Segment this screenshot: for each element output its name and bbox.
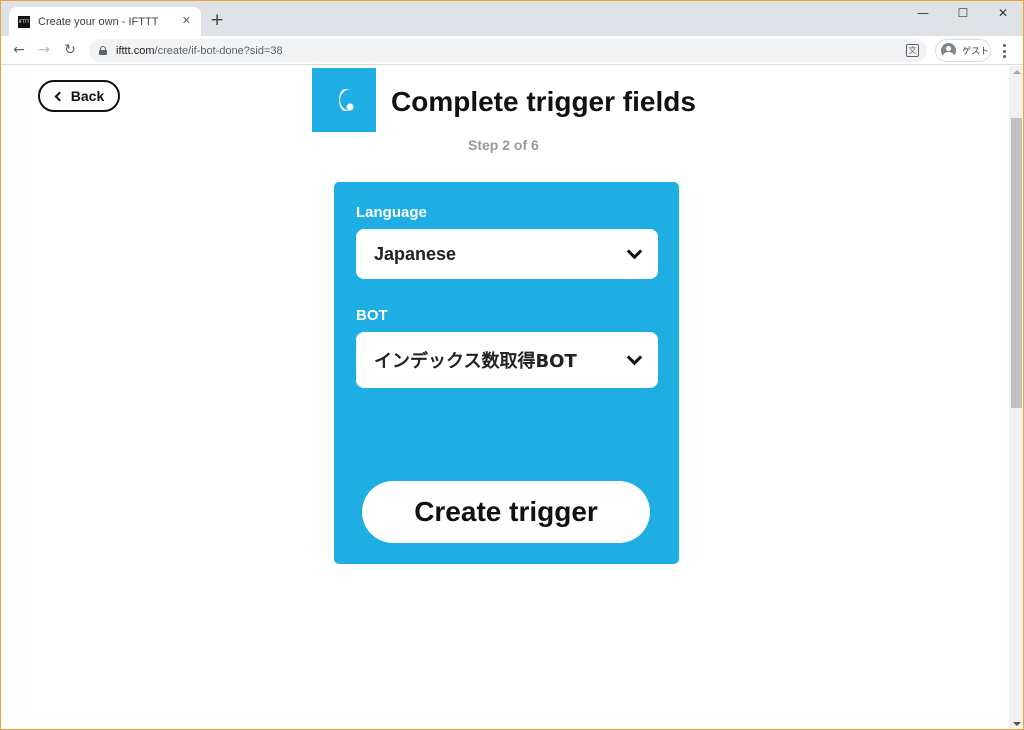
forward-arrow-icon[interactable]: → bbox=[34, 40, 54, 60]
maximize-icon[interactable]: ☐ bbox=[943, 1, 983, 25]
menu-dots-icon[interactable] bbox=[1002, 44, 1006, 58]
page-title: Complete trigger fields bbox=[391, 86, 696, 117]
tab-title: Create your own - IFTTT bbox=[38, 15, 159, 28]
service-glyph-icon bbox=[339, 89, 354, 111]
tab-strip: IFTTT Create your own - IFTTT ✕ + — ☐ ✕ bbox=[1, 1, 1023, 36]
language-value: Japanese bbox=[374, 243, 457, 264]
minimize-icon[interactable]: — bbox=[903, 1, 943, 25]
new-tab-icon[interactable]: + bbox=[210, 12, 224, 29]
create-trigger-button[interactable]: Create trigger bbox=[362, 481, 650, 543]
close-window-icon[interactable]: ✕ bbox=[983, 1, 1023, 25]
browser-toolbar: ← → ↻ ifttt.com/create/if-bot-done?sid=3… bbox=[1, 36, 1023, 65]
back-arrow-icon[interactable]: ← bbox=[9, 40, 29, 60]
chevron-left-icon bbox=[54, 91, 65, 101]
profile-name: ゲスト bbox=[962, 46, 990, 56]
scroll-down-icon[interactable] bbox=[1013, 722, 1021, 726]
bot-value: インデックス数取得BOT bbox=[374, 351, 577, 372]
profile-button[interactable]: ゲスト bbox=[935, 39, 991, 62]
bot-label: BOT bbox=[356, 307, 388, 324]
chevron-down-icon bbox=[626, 243, 643, 259]
vertical-scrollbar[interactable] bbox=[1009, 66, 1023, 729]
scroll-up-icon[interactable] bbox=[1013, 70, 1021, 74]
url-path: /create/if-bot-done?sid=38 bbox=[154, 44, 283, 57]
bot-select[interactable]: インデックス数取得BOT bbox=[356, 332, 658, 388]
url-host: ifttt.com bbox=[116, 44, 155, 57]
scroll-thumb[interactable] bbox=[1011, 118, 1022, 408]
back-label: Back bbox=[70, 88, 105, 104]
lock-icon[interactable] bbox=[99, 46, 107, 55]
favicon-text: IFTTT bbox=[18, 18, 30, 24]
ifttt-favicon-icon: IFTTT bbox=[18, 15, 30, 28]
page-viewport: Back Complete trigger fields Step 2 of 6… bbox=[1, 66, 1009, 729]
back-button[interactable]: Back bbox=[38, 80, 120, 112]
trigger-fields-card: Language Japanese BOT インデックス数取得BOT Creat… bbox=[334, 182, 679, 564]
url-text[interactable]: ifttt.com/create/if-bot-done?sid=38 bbox=[116, 45, 283, 57]
chevron-down-icon bbox=[626, 349, 643, 365]
language-select[interactable]: Japanese bbox=[356, 229, 658, 279]
translate-icon[interactable]: 文 bbox=[906, 44, 919, 57]
browser-window: IFTTT Create your own - IFTTT ✕ + — ☐ ✕ … bbox=[0, 0, 1024, 730]
address-bar[interactable]: ifttt.com/create/if-bot-done?sid=38 文 bbox=[89, 39, 927, 62]
close-tab-icon[interactable]: ✕ bbox=[182, 16, 191, 27]
create-trigger-label: Create trigger bbox=[414, 496, 598, 527]
avatar-icon bbox=[941, 43, 956, 58]
reload-icon[interactable]: ↻ bbox=[60, 40, 80, 60]
browser-tab[interactable]: IFTTT Create your own - IFTTT ✕ bbox=[9, 7, 201, 36]
language-label: Language bbox=[356, 204, 427, 221]
service-logo-icon bbox=[312, 68, 376, 132]
step-indicator: Step 2 of 6 bbox=[468, 137, 539, 153]
window-controls: — ☐ ✕ bbox=[903, 1, 1023, 25]
